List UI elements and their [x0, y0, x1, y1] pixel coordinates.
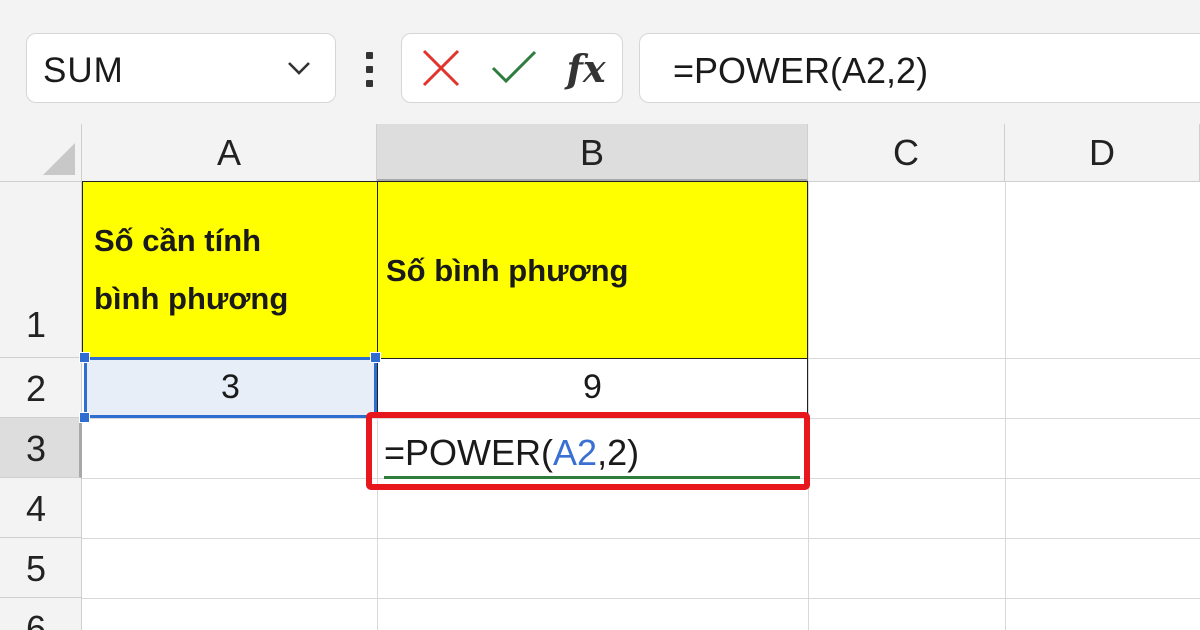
editing-cell-b3[interactable]: =POWER(A2,2) — [366, 412, 810, 490]
column-header-b[interactable]: B — [377, 124, 808, 182]
cancel-button[interactable] — [410, 34, 472, 102]
more-options-icon[interactable] — [359, 52, 379, 90]
gridline — [1005, 182, 1006, 630]
gridline — [82, 598, 1200, 599]
name-box[interactable]: SUM — [26, 33, 336, 103]
selection-handle[interactable] — [79, 412, 90, 423]
formula-buttons: fx — [401, 33, 623, 103]
column-header-a[interactable]: A — [82, 124, 377, 182]
cell-b3-formula: =POWER(A2,2) — [384, 432, 639, 474]
selection-handle[interactable] — [79, 352, 90, 363]
select-all-triangle-icon — [43, 143, 75, 175]
cell-a1-line2: bình phương — [94, 281, 289, 316]
insert-function-button[interactable]: fx — [554, 34, 618, 102]
chevron-down-icon[interactable] — [287, 61, 311, 77]
column-header-c[interactable]: C — [808, 124, 1005, 182]
column-header-d[interactable]: D — [1005, 124, 1200, 182]
checkmark-icon — [491, 50, 537, 84]
formula-text: =POWER(A2,2) — [673, 50, 929, 91]
row-header-3[interactable]: 3 — [0, 418, 82, 478]
formula-toolbar: SUM fx =POWER(A2,2) — [0, 0, 1200, 124]
enter-button[interactable] — [482, 34, 546, 102]
edit-underline — [384, 476, 800, 479]
row-header-6[interactable]: 6 — [0, 598, 82, 630]
selection-handle[interactable] — [370, 352, 381, 363]
fx-icon: fx — [566, 45, 606, 91]
cell-b2-border — [377, 358, 808, 418]
name-box-value: SUM — [43, 51, 124, 90]
cell-b1[interactable]: Số bình phương — [377, 181, 808, 359]
select-all-button[interactable] — [0, 124, 82, 182]
formula-prefix: =POWER( — [384, 432, 554, 473]
row-header-5[interactable]: 5 — [0, 538, 82, 598]
row-header-4[interactable]: 4 — [0, 478, 82, 538]
reference-selection — [84, 357, 377, 418]
formula-suffix: ,2) — [597, 432, 640, 473]
spreadsheet-grid: A B C D 1 2 3 4 5 6 Số cần tính bình phư… — [0, 124, 1200, 630]
cancel-x-icon — [422, 49, 460, 87]
row-header-2[interactable]: 2 — [0, 358, 82, 418]
formula-reference[interactable]: A2 — [553, 432, 597, 473]
cell-b1-text: Số bình phương — [386, 253, 629, 288]
cell-a1[interactable]: Số cần tính bình phương — [82, 181, 378, 359]
cell-a1-line1: Số cần tính — [94, 223, 262, 258]
gridline — [808, 182, 809, 630]
gridline — [82, 538, 1200, 539]
formula-input[interactable]: =POWER(A2,2) — [639, 33, 1200, 103]
row-header-1[interactable]: 1 — [0, 182, 82, 358]
